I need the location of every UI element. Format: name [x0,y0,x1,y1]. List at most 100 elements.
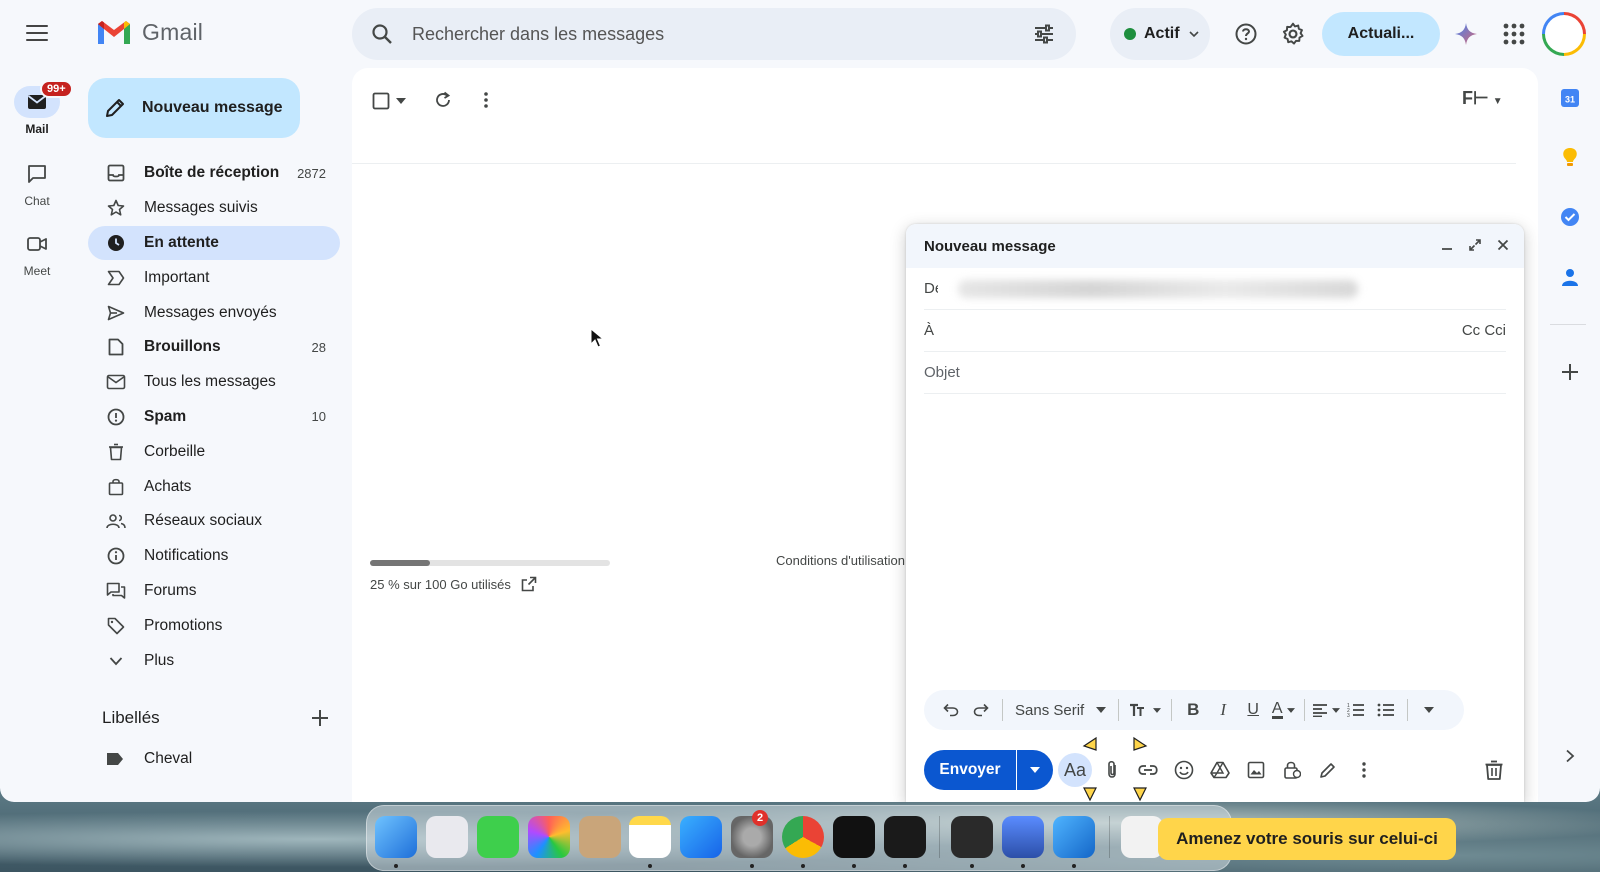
help-icon[interactable] [1226,14,1266,54]
numbered-list-icon[interactable]: 123 [1341,690,1371,730]
xcode-app-icon[interactable] [1053,816,1095,858]
formatting-options-button[interactable]: Aa [1058,753,1092,787]
nav-item-trash[interactable]: Corbeille [88,434,340,469]
keep-icon[interactable] [1558,146,1582,170]
chevron-right-icon[interactable] [1558,744,1582,768]
schedule-send-dropdown[interactable] [1017,750,1053,790]
nav-item-inbox[interactable]: Boîte de réception 2872 [88,156,340,191]
compose-header[interactable]: Nouveau message [906,224,1524,268]
nav-item-snoozed[interactable]: En attente [88,225,340,261]
expand-icon[interactable] [1466,236,1484,254]
to-field[interactable]: À Cc Cci [924,310,1506,352]
account-avatar[interactable] [1542,12,1586,56]
messages-app-icon[interactable] [477,816,519,858]
text-color-icon[interactable]: A [1268,690,1298,730]
rail-item-chat[interactable]: Chat [0,158,74,208]
from-field[interactable]: De [924,268,1506,310]
select-dropdown-icon[interactable] [396,98,406,104]
pencil-icon [106,99,124,117]
activity-monitor-app-icon[interactable] [884,816,926,858]
attach-file-icon[interactable] [1096,752,1128,788]
close-icon[interactable] [1494,236,1512,254]
minimize-icon[interactable] [1438,236,1456,254]
utility-app-icon[interactable] [1002,816,1044,858]
running-indicator [852,864,856,868]
search-input[interactable] [412,8,972,60]
bold-icon[interactable]: B [1178,690,1208,730]
underline-icon[interactable]: U [1238,690,1268,730]
more-formatting-icon[interactable] [1414,690,1444,730]
nav-item-forums[interactable]: Forums [88,574,340,609]
settings-gear-icon[interactable] [1273,14,1313,54]
contacts-icon[interactable] [1558,265,1582,289]
redo-icon[interactable] [966,690,996,730]
chrome-app-icon[interactable] [782,816,824,858]
blender-like-app-icon[interactable] [951,816,993,858]
add-label-icon[interactable] [308,706,332,730]
rail-item-meet[interactable]: Meet [0,228,74,278]
nav-label: Forums [144,581,197,599]
bulleted-list-icon[interactable] [1371,690,1401,730]
align-icon[interactable] [1311,690,1341,730]
google-apps-grid-icon[interactable] [1494,14,1534,54]
google-drive-icon[interactable] [1204,752,1236,788]
refresh-icon[interactable] [434,91,452,109]
nav-item-starred[interactable]: Messages suivis [88,191,340,226]
nav-item-purchases[interactable]: Achats [88,469,340,504]
insert-link-icon[interactable] [1132,752,1164,788]
status-selector[interactable]: Actif [1110,8,1210,60]
italic-icon[interactable]: I [1208,690,1238,730]
nav-item-all-mail[interactable]: Tous les messages [88,365,340,400]
signature-pen-icon[interactable] [1312,752,1344,788]
search-icon[interactable] [370,22,394,46]
nav-item-sent[interactable]: Messages envoyés [88,295,340,330]
nav-item-social[interactable]: Réseaux sociaux [88,504,340,539]
message-body[interactable] [924,396,1506,682]
insert-photo-icon[interactable] [1240,752,1272,788]
more-options-icon[interactable] [1348,752,1380,788]
gemini-icon[interactable] [1446,14,1486,54]
gmail-logo[interactable]: Gmail [96,18,203,46]
discard-draft-icon[interactable] [1482,758,1506,782]
photos-app-icon[interactable] [528,816,570,858]
send-button[interactable]: Envoyer [924,750,1016,790]
external-link-icon[interactable] [521,576,537,592]
tasks-icon[interactable] [1558,205,1582,229]
undo-icon[interactable] [936,690,966,730]
cc-bcc-toggle[interactable]: Cc Cci [1462,322,1506,339]
font-family-select[interactable]: Sans Serif [1009,690,1112,730]
calendar-icon[interactable]: 31 [1558,86,1582,110]
finder-app-icon[interactable] [375,816,417,858]
update-button[interactable]: Actuali... [1322,12,1440,56]
confidential-mode-icon[interactable] [1276,752,1308,788]
app-store-app-icon[interactable] [680,816,722,858]
add-addon-icon[interactable] [1558,360,1582,384]
terminal-app-icon[interactable] [833,816,875,858]
nav-item-notifications[interactable]: Notifications [88,539,340,574]
formatting-toolbar: Sans Serif B I U A 123 [924,690,1464,730]
nav-item-promotions[interactable]: Promotions [88,608,340,643]
input-tools-icon[interactable]: F⊢ ▼ [1462,88,1503,109]
notes-app-icon[interactable] [629,816,671,858]
contacts-app-icon[interactable] [579,816,621,858]
nav-item-important[interactable]: Important [88,260,340,295]
storage-usage[interactable]: 25 % sur 100 Go utilisés [370,576,537,592]
launchpad-app-icon[interactable] [426,816,468,858]
more-vert-icon[interactable] [484,91,488,109]
select-all-checkbox[interactable] [372,92,390,110]
nav-item-spam[interactable]: Spam 10 [88,400,340,435]
emoji-icon[interactable] [1168,752,1200,788]
terms-link[interactable]: Conditions d'utilisation [776,553,905,568]
document-stack-icon[interactable] [1121,816,1163,858]
compose-button[interactable]: Nouveau message [88,78,300,138]
subject-field[interactable]: Objet [924,352,1506,394]
nav-item-drafts[interactable]: Brouillons 28 [88,330,340,365]
compose-button-label: Nouveau message [142,99,283,116]
label-item-cheval[interactable]: Cheval [106,750,192,768]
nav-item-more[interactable]: Plus [88,643,340,678]
main-menu-icon[interactable] [20,18,54,48]
search-options-icon[interactable] [1032,22,1056,46]
rail-item-mail[interactable]: 99+ Mail [0,80,74,136]
font-size-icon[interactable] [1125,690,1165,730]
mouse-pointer-icon [590,328,604,348]
